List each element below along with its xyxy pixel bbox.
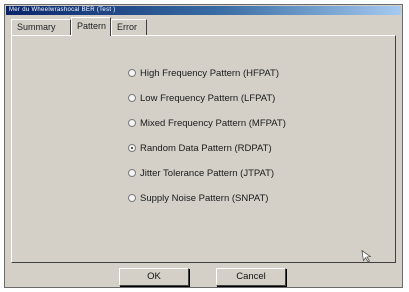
option-hfpat[interactable]: High Frequency Pattern (HFPAT) [128,66,279,80]
dialog-window: Mer du Wheelwrashocal BER (Test ) Summar… [4,4,403,288]
radio-button[interactable] [128,194,136,202]
radio-button[interactable] [128,94,136,102]
option-label: High Frequency Pattern (HFPAT) [140,67,280,79]
radio-button-selected[interactable] [128,144,136,152]
radio-button[interactable] [128,69,136,77]
option-snpat[interactable]: Supply Noise Pattern (SNPAT) [128,191,268,205]
option-jtpat[interactable]: Jitter Tolerance Pattern (JTPAT) [128,166,274,180]
option-rdpat[interactable]: Random Data Pattern (RDPAT) [128,141,272,155]
tab-summary[interactable]: Summary [11,19,71,35]
tab-pattern[interactable]: Pattern [71,17,111,36]
option-label: Low Frequency Pattern (LFPAT) [140,92,276,104]
option-label: Mixed Frequency Pattern (MFPAT) [140,117,286,129]
radio-button[interactable] [128,119,136,127]
option-label: Supply Noise Pattern (SNPAT) [140,192,269,204]
option-lfpat[interactable]: Low Frequency Pattern (LFPAT) [128,91,275,105]
ok-button[interactable]: OK [119,268,189,286]
button-bar: OK Cancel [11,265,396,289]
option-label: Jitter Tolerance Pattern (JTPAT) [140,167,275,179]
mouse-pointer-icon [361,248,373,266]
radio-button[interactable] [128,169,136,177]
pattern-panel: High Frequency Pattern (HFPAT) Low Frequ… [11,35,396,263]
option-mfpat[interactable]: Mixed Frequency Pattern (MFPAT) [128,116,286,130]
cancel-button[interactable]: Cancel [216,268,286,286]
title-bar: Mer du Wheelwrashocal BER (Test ) [6,6,401,15]
option-label: Random Data Pattern (RDPAT) [140,142,272,154]
tab-error[interactable]: Error [111,19,147,35]
